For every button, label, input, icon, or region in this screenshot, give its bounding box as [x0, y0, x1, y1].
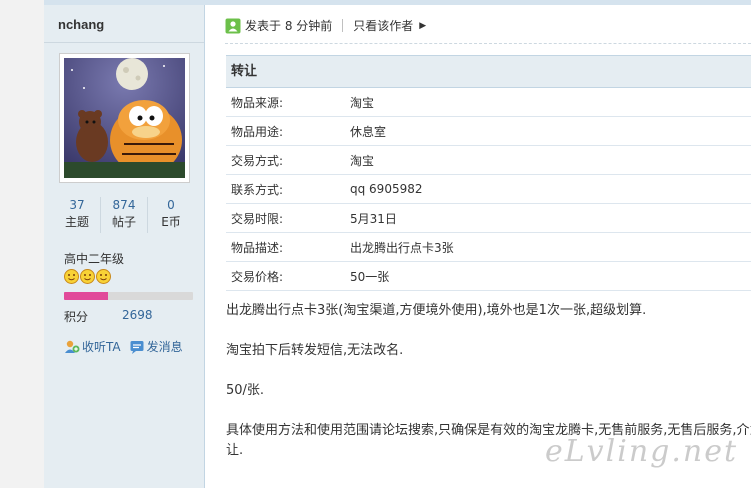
online-status-icon [225, 18, 241, 33]
table-row: 联系方式: qq 6905982 [226, 175, 751, 204]
user-sidebar: nchang 37 主题 874 帖子 0 E币 高中二年级 积分 2698 收… [44, 5, 205, 488]
row-value: 淘宝 [350, 95, 375, 110]
row-key: 交易方式: [231, 153, 284, 168]
row-value: 5月31日 [350, 211, 397, 226]
table-row: 物品用途: 休息室 [226, 117, 751, 146]
score-label: 积分 [64, 310, 89, 324]
credit-progress-fill [64, 292, 108, 300]
row-value: 出龙腾出行点卡3张 [350, 240, 454, 255]
avatar[interactable] [59, 53, 190, 183]
header-divider [225, 43, 751, 44]
row-key: 交易时限: [231, 211, 284, 226]
smiley-icon [80, 269, 95, 284]
smiley-icon [64, 269, 79, 284]
body-paragraph: 50/张. [226, 383, 265, 398]
user-actions: 收听TA 发消息 [64, 338, 183, 355]
body-paragraph: 出龙腾出行点卡3张(淘宝渠道,方便境外使用),境外也是1次一张,超级划算. [226, 303, 647, 318]
stat-threads-label: 主题 [64, 215, 89, 229]
stat-coins-label: E币 [161, 215, 181, 229]
row-key: 物品来源: [231, 95, 284, 110]
follow-button[interactable]: 收听TA [64, 338, 121, 355]
avatar-image [64, 58, 185, 178]
stat-posts[interactable]: 874 帖子 [101, 197, 148, 233]
row-key: 物品用途: [231, 124, 284, 139]
stat-posts-value: 874 [112, 198, 136, 212]
smiley-icon [96, 269, 111, 284]
meta-separator [342, 19, 344, 32]
post-meta: 发表于 8 分钟前 只看该作者 ▶ [225, 17, 426, 34]
body-paragraph: 淘宝拍下后转发短信,无法改名. [226, 343, 404, 358]
send-message-button[interactable]: 发消息 [129, 338, 183, 355]
trade-title: 转让 [226, 56, 751, 88]
stat-posts-label: 帖子 [111, 215, 136, 229]
user-stats: 37 主题 874 帖子 0 E币 [54, 197, 194, 233]
row-value: 50一张 [350, 269, 390, 284]
follow-label: 收听TA [82, 340, 121, 354]
post-content: 发表于 8 分钟前 只看该作者 ▶ 转让 物品来源: 淘宝 物品用途: 休息室 … [205, 5, 751, 488]
row-key: 交易价格: [231, 269, 284, 284]
stat-threads[interactable]: 37 主题 [54, 197, 101, 233]
row-key: 联系方式: [231, 182, 284, 197]
row-key: 物品描述: [231, 240, 284, 255]
author-only-label: 只看该作者 [353, 19, 414, 33]
username[interactable]: nchang [58, 17, 104, 32]
stat-coins-value: 0 [167, 198, 175, 212]
stat-threads-value: 37 [69, 198, 85, 212]
author-only-link[interactable]: 只看该作者 ▶ [353, 17, 426, 34]
table-row: 物品描述: 出龙腾出行点卡3张 [226, 233, 751, 262]
level-stars [64, 269, 111, 284]
triangle-right-icon: ▶ [419, 20, 427, 31]
table-row: 交易时限: 5月31日 [226, 204, 751, 233]
row-value: 休息室 [350, 124, 387, 139]
score-row: 积分 2698 [64, 308, 153, 325]
message-icon [130, 340, 144, 354]
follow-icon [65, 340, 80, 353]
score-value[interactable]: 2698 [122, 308, 153, 325]
left-gutter [0, 0, 44, 488]
sidebar-divider [44, 42, 204, 43]
table-row: 交易价格: 50一张 [226, 262, 751, 291]
credit-progress-bar [64, 292, 193, 300]
message-label: 发消息 [146, 340, 183, 354]
post-time: 发表于 8 分钟前 [245, 19, 333, 33]
row-value: qq 6905982 [350, 182, 423, 196]
table-row: 交易方式: 淘宝 [226, 146, 751, 175]
stat-coins[interactable]: 0 E币 [148, 197, 194, 233]
table-row: 物品来源: 淘宝 [226, 88, 751, 117]
row-value: 淘宝 [350, 153, 375, 168]
trade-table: 转让 物品来源: 淘宝 物品用途: 休息室 交易方式: 淘宝 联系方式: qq … [226, 55, 751, 291]
watermark: eLvling.net [545, 434, 739, 469]
user-level[interactable]: 高中二年级 [64, 250, 124, 267]
